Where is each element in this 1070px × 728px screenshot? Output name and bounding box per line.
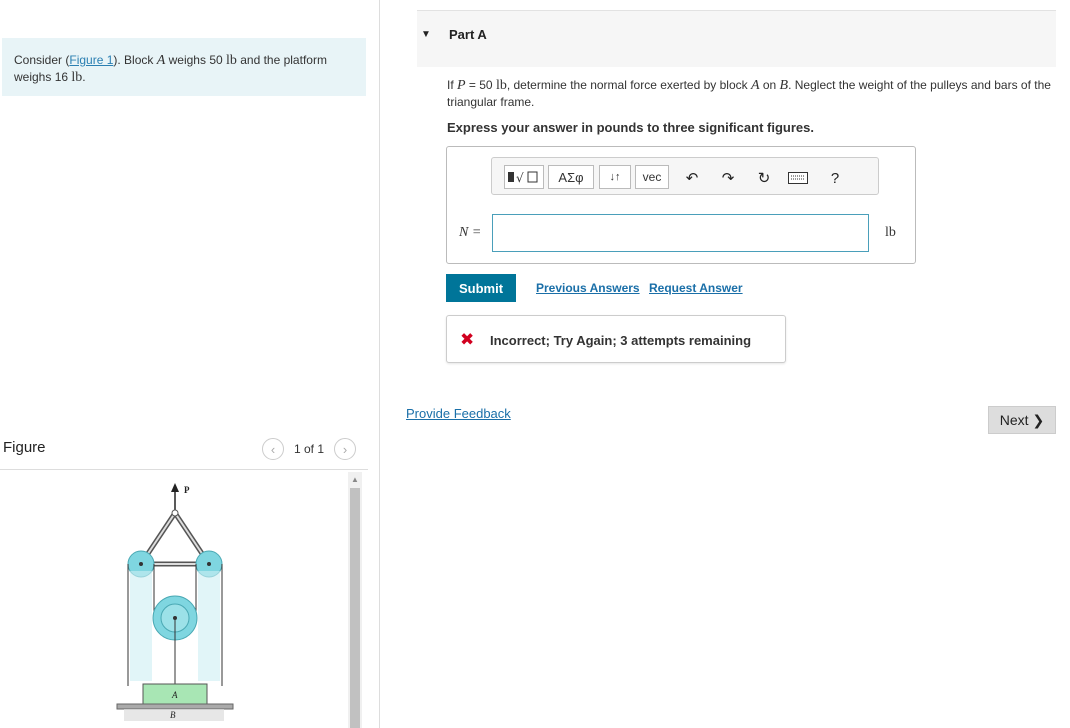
right-pane: ▼ Part A If P = 50 lb, determine the nor… <box>381 0 1070 728</box>
prev-figure-button[interactable]: ‹ <box>262 438 284 460</box>
label-p: P <box>184 485 190 495</box>
label-b: B <box>170 710 176 720</box>
sub-superscript-button[interactable]: ↓↑ <box>599 165 631 189</box>
feedback-message: ✖ Incorrect; Try Again; 3 attempts remai… <box>446 315 786 363</box>
next-button[interactable]: Next ❯ <box>988 406 1056 434</box>
svg-text:√: √ <box>516 171 524 185</box>
templates-button[interactable]: √ <box>504 165 544 189</box>
chevron-left-icon: ‹ <box>270 441 276 457</box>
provide-feedback-link[interactable]: Provide Feedback <box>406 406 511 421</box>
answer-unit: lb <box>885 225 896 240</box>
error-x-icon: ✖ <box>460 330 475 349</box>
question-text: If P = 50 lb, determine the normal force… <box>447 78 1051 109</box>
pulley-diagram: P A B <box>116 483 234 721</box>
figure-pager: ‹ 1 of 1 › <box>262 438 357 460</box>
request-answer-link[interactable]: Request Answer <box>649 281 743 295</box>
problem-statement: Consider (Figure 1). Block A weighs 50 l… <box>2 38 366 96</box>
part-a-header[interactable]: ▼ Part A <box>417 10 1056 67</box>
figure-scrollbar[interactable]: ▲ <box>348 472 362 728</box>
pager-text: 1 of 1 <box>294 442 325 456</box>
answer-variable-label: N = <box>459 225 482 240</box>
answer-input[interactable] <box>492 214 869 252</box>
part-title: Part A <box>449 27 487 42</box>
chevron-right-icon: ❯ <box>1032 411 1045 428</box>
undo-icon[interactable]: ↶ <box>682 168 702 188</box>
scroll-thumb[interactable] <box>350 488 360 728</box>
figure-title: Figure <box>3 439 46 456</box>
redo-icon[interactable]: ↷ <box>718 168 738 188</box>
label-a: A <box>171 690 178 700</box>
templates-icon: √ <box>508 171 538 185</box>
vector-button[interactable]: vec <box>635 165 669 189</box>
reset-icon[interactable]: ↻ <box>754 168 774 188</box>
math-toolbar: √ ΑΣφ ↓↑ vec ↶ ↷ ↻ ? <box>491 157 879 195</box>
instructions: Express your answer in pounds to three s… <box>447 120 814 135</box>
chevron-right-icon: › <box>342 441 348 457</box>
help-button[interactable]: ? <box>825 168 845 188</box>
figure-link[interactable]: Figure 1 <box>69 53 113 67</box>
next-figure-button[interactable]: › <box>334 438 357 460</box>
scroll-up-icon[interactable]: ▲ <box>348 472 362 488</box>
previous-answers-link[interactable]: Previous Answers <box>536 281 640 295</box>
answer-box: √ ΑΣφ ↓↑ vec ↶ ↷ ↻ ? N = lb <box>446 146 916 264</box>
figure-image: P A B <box>0 471 368 728</box>
figure-header: Figure ‹ 1 of 1 › <box>0 436 368 470</box>
keyboard-icon[interactable] <box>788 168 808 188</box>
feedback-text: Incorrect; Try Again; 3 attempts remaini… <box>490 333 752 348</box>
submit-button[interactable]: Submit <box>446 274 516 302</box>
greek-symbols-button[interactable]: ΑΣφ <box>548 165 594 189</box>
collapse-caret-icon[interactable]: ▼ <box>421 29 431 40</box>
left-pane: Consider (Figure 1). Block A weighs 50 l… <box>0 0 380 728</box>
